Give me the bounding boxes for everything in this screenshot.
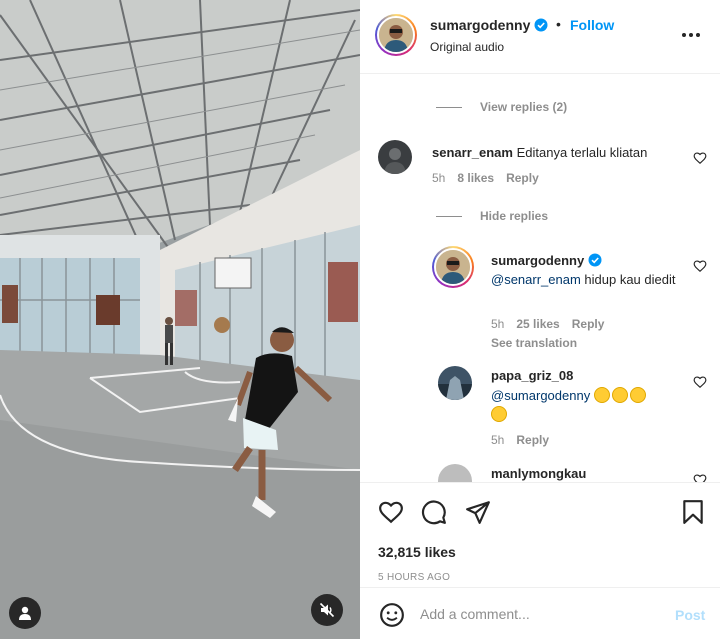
- comments-list[interactable]: View replies (2) senarr_enam Editanya te…: [360, 74, 720, 482]
- post-date[interactable]: 5 HOURS AGO: [378, 572, 450, 583]
- mute-button[interactable]: [311, 594, 343, 626]
- replies-divider: [436, 215, 462, 217]
- laughing-emoji-icon: [611, 387, 628, 403]
- replies-divider: [436, 106, 462, 108]
- share-icon[interactable]: [465, 499, 491, 525]
- comment-likes[interactable]: 8 likes: [457, 171, 494, 185]
- reply-time[interactable]: 5h: [491, 317, 504, 331]
- comment-reply-button[interactable]: Reply: [506, 171, 539, 185]
- reel-video[interactable]: [0, 0, 360, 639]
- see-translation-button[interactable]: See translation: [491, 336, 577, 350]
- laughing-emoji-icon: [629, 387, 646, 403]
- reply-like-icon[interactable]: [693, 259, 707, 273]
- comment-text: Editanya terlalu kliatan: [516, 145, 648, 160]
- header-separator: •: [556, 16, 561, 32]
- laughing-emoji-icon: [593, 387, 610, 403]
- reply-username[interactable]: sumargodenny: [491, 253, 584, 268]
- reply-username[interactable]: papa_griz_08: [491, 368, 573, 383]
- comment-input[interactable]: [420, 602, 660, 626]
- likes-count[interactable]: 32,815 likes: [378, 544, 456, 560]
- verified-icon: [534, 18, 548, 32]
- reply-reply-button[interactable]: Reply: [572, 317, 605, 331]
- reply-username[interactable]: manlymongkau: [491, 466, 586, 481]
- author-avatar[interactable]: [375, 14, 417, 56]
- more-icon[interactable]: [680, 24, 702, 46]
- avatar[interactable]: [378, 140, 412, 174]
- mute-icon: [319, 602, 335, 618]
- reply-text: @sumargodenny: [491, 386, 681, 424]
- laughing-emoji-icon: [491, 406, 507, 422]
- post-sidebar: sumargodenny • Follow Original audio Vie…: [360, 0, 720, 639]
- reply-time[interactable]: 5h: [491, 433, 504, 447]
- comment-username[interactable]: senarr_enam: [432, 145, 513, 160]
- reply-like-icon[interactable]: [693, 473, 707, 482]
- bookmark-icon[interactable]: [680, 499, 706, 525]
- reply-text: @senarr_enam hidup kau diedit: [491, 272, 676, 287]
- author-username[interactable]: sumargodenny: [430, 17, 548, 33]
- comment-like-icon[interactable]: [693, 151, 707, 165]
- reply-avatar-image: [436, 250, 470, 284]
- avatar[interactable]: [438, 464, 472, 482]
- user-tag-icon: [19, 606, 31, 620]
- post-comment-button[interactable]: Post: [675, 607, 705, 623]
- author-avatar-image: [379, 18, 413, 52]
- heart-icon[interactable]: [378, 499, 404, 525]
- avatar[interactable]: [432, 246, 474, 288]
- avatar[interactable]: [438, 366, 472, 400]
- post-header: sumargodenny • Follow Original audio: [360, 0, 720, 74]
- follow-button[interactable]: Follow: [570, 17, 614, 33]
- reply-mention[interactable]: @senarr_enam: [491, 272, 581, 287]
- view-replies-button[interactable]: View replies (2): [436, 100, 567, 114]
- emoji-icon[interactable]: [379, 602, 405, 628]
- comment-composer: Post: [360, 587, 720, 639]
- comment-icon[interactable]: [421, 499, 447, 525]
- post-actions: 32,815 likes 5 HOURS AGO: [360, 482, 720, 587]
- verified-icon: [588, 253, 602, 267]
- reply-meta: 5h Reply: [491, 433, 549, 447]
- reply-likes[interactable]: 25 likes: [516, 317, 559, 331]
- reply-like-icon[interactable]: [693, 375, 707, 389]
- commenter-avatar-image: [378, 140, 412, 174]
- user-tag-button[interactable]: [9, 597, 41, 629]
- comment-time[interactable]: 5h: [432, 171, 445, 185]
- reply-mention[interactable]: @sumargodenny: [491, 388, 590, 403]
- reply-meta: 5h 25 likes Reply: [491, 317, 604, 331]
- hide-replies-button[interactable]: Hide replies: [436, 209, 548, 223]
- comment-meta: 5h 8 likes Reply: [432, 171, 539, 185]
- reply-reply-button[interactable]: Reply: [516, 433, 549, 447]
- reply-avatar-image: [438, 366, 472, 400]
- court-scene-image: [0, 0, 360, 639]
- audio-label[interactable]: Original audio: [430, 40, 504, 54]
